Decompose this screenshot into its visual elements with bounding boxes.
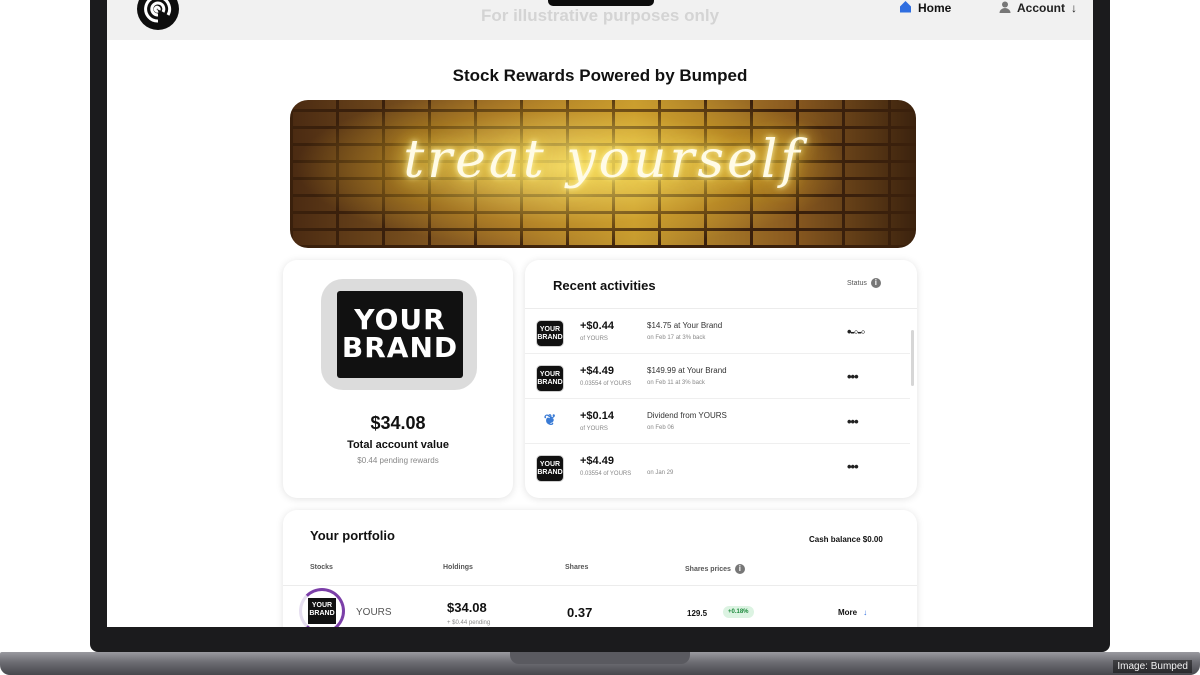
activity-shares: 0.03554 of YOURS xyxy=(580,471,632,477)
recent-activities-card: Recent activities Status i YOUR BRAND +$… xyxy=(525,260,917,498)
activity-date: on Feb 17 at 3% back xyxy=(647,335,706,341)
activity-description: $14.75 at Your Brand xyxy=(647,321,723,330)
total-account-label: Total account value xyxy=(347,439,449,451)
arrow-down-icon: ↓ xyxy=(863,608,868,617)
info-icon[interactable]: i xyxy=(870,278,881,288)
status-dots-icon[interactable]: ••• xyxy=(847,369,859,384)
laptop-base-notch xyxy=(510,652,690,664)
activity-row[interactable]: YOUR BRAND +$4.49 0.03554 of YOURS on Ja… xyxy=(525,444,910,489)
brand-icon: YOUR BRAND xyxy=(536,320,564,347)
shares-count: 0.37 xyxy=(567,605,593,620)
status-dots-icon[interactable]: ••• xyxy=(847,414,859,429)
column-header-holdings: Holdings xyxy=(443,564,473,571)
dividend-plant-icon: ❦ xyxy=(543,412,557,429)
brand-icon-line2: BRAND xyxy=(537,334,563,341)
column-header-stocks: Stocks xyxy=(310,564,333,571)
column-header-prices-label: Shares prices xyxy=(685,565,731,573)
brand-icon: YOUR BRAND xyxy=(536,365,564,392)
activity-description: Dividend from YOURS xyxy=(647,411,727,420)
brand-icon: YOUR BRAND xyxy=(308,598,336,624)
activity-date: on Feb 11 at 3% back xyxy=(647,380,705,386)
home-icon xyxy=(899,0,912,16)
column-header-shares: Shares xyxy=(565,564,589,571)
holding-pending: + $0.44 pending xyxy=(447,620,491,626)
app-screen: For illustrative purposes only Home Acco… xyxy=(107,0,1093,627)
stock-symbol: YOURS xyxy=(356,607,392,618)
promo-banner: treat yourself xyxy=(290,100,916,248)
activity-shares: of YOURS xyxy=(580,426,608,432)
cash-balance: Cash balance $0.00 xyxy=(809,535,883,544)
activity-date: on Feb 06 xyxy=(647,425,675,431)
account-value-card: YOUR BRAND $34.08 Total account value $0… xyxy=(283,260,513,498)
brand-icon-line2: BRAND xyxy=(537,469,563,476)
pending-rewards: $0.44 pending rewards xyxy=(357,456,439,465)
status-label: Status xyxy=(847,279,867,287)
share-price: 129.5 xyxy=(687,609,708,618)
status-header: Status i xyxy=(847,278,881,288)
nav-account-menu[interactable]: Account ↓ xyxy=(999,0,1077,16)
brand-tile: YOUR BRAND xyxy=(321,279,477,390)
page-title: Stock Rewards Powered by Bumped xyxy=(452,66,748,85)
brand-icon-line1: YOUR xyxy=(539,371,561,378)
stock-avatar-ring: YOUR BRAND xyxy=(299,588,345,627)
status-progress-icon[interactable]: •-◦-◦ xyxy=(847,324,865,339)
brand-logo-line1: YOUR xyxy=(354,303,446,336)
image-credit: Image: Bumped xyxy=(1113,660,1192,673)
brand-icon-line1: YOUR xyxy=(539,326,561,333)
portfolio-title: Your portfolio xyxy=(310,528,395,543)
brand-icon-line2: BRAND xyxy=(309,610,335,617)
activity-row[interactable]: YOUR BRAND +$0.44 of YOURS $14.75 at You… xyxy=(525,309,910,354)
top-bar: For illustrative purposes only Home Acco… xyxy=(107,0,1093,40)
total-account-value: $34.08 xyxy=(370,413,426,433)
activity-shares: of YOURS xyxy=(580,336,608,342)
portfolio-card: Your portfolio Cash balance $0.00 Stocks… xyxy=(283,510,917,627)
more-label: More xyxy=(838,608,858,617)
nav-home-link[interactable]: Home xyxy=(899,0,951,16)
activity-amount: +$0.44 xyxy=(580,320,614,332)
divider xyxy=(283,585,917,586)
holding-value: $34.08 xyxy=(447,600,487,615)
activity-row[interactable]: ❦ +$0.14 of YOURS Dividend from YOURS on… xyxy=(525,399,910,444)
activity-amount: +$4.49 xyxy=(580,455,614,467)
status-dots-icon[interactable]: ••• xyxy=(847,459,859,474)
brand-icon-line1: YOUR xyxy=(311,602,333,609)
brand-icon: YOUR BRAND xyxy=(536,455,564,482)
column-header-prices: Shares prices i xyxy=(685,564,745,574)
activities-scrollbar[interactable] xyxy=(911,330,914,386)
activities-title: Recent activities xyxy=(553,278,656,293)
brand-logo: YOUR BRAND xyxy=(337,291,463,378)
camera-notch xyxy=(548,0,654,6)
activity-amount: +$0.14 xyxy=(580,410,614,422)
activity-row[interactable]: YOUR BRAND +$4.49 0.03554 of YOURS $149.… xyxy=(525,354,910,399)
activity-description: $149.99 at Your Brand xyxy=(647,366,727,375)
nav-account-label: Account xyxy=(1017,1,1065,15)
price-change-badge: +0.18% xyxy=(723,606,754,618)
more-button[interactable]: More ↓ xyxy=(838,608,867,617)
activity-shares: 0.03554 of YOURS xyxy=(580,381,632,387)
activity-date: on Jan 29 xyxy=(647,470,674,476)
brand-logo-line2: BRAND xyxy=(341,331,459,364)
activity-amount: +$4.49 xyxy=(580,365,614,377)
nav-home-label: Home xyxy=(918,1,952,15)
arrow-down-icon: ↓ xyxy=(1071,1,1077,15)
brand-icon-line1: YOUR xyxy=(539,461,561,468)
brand-icon-line2: BRAND xyxy=(537,379,563,386)
user-icon xyxy=(999,1,1011,16)
banner-text: treat yourself xyxy=(403,130,803,190)
info-icon[interactable]: i xyxy=(734,564,745,574)
